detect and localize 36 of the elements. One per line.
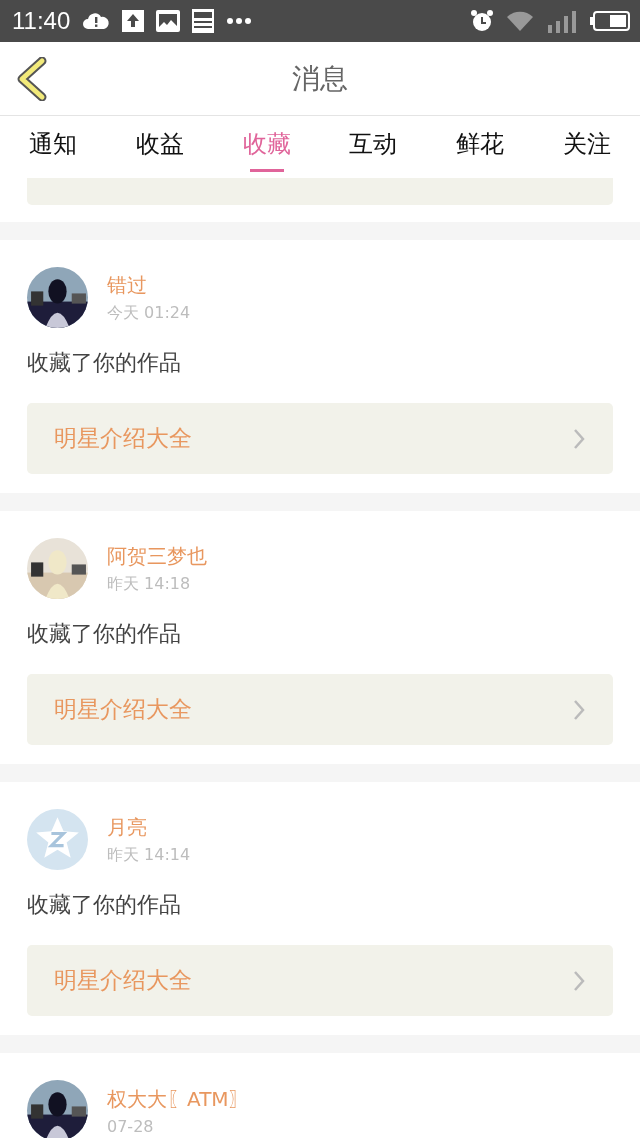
- cloud-alert-icon: [82, 11, 111, 31]
- image-icon: [156, 10, 181, 32]
- tab[interactable]: 通知: [0, 116, 107, 178]
- tab[interactable]: 收益: [106, 116, 214, 178]
- news-icon: [192, 9, 215, 33]
- message-time: 07-28: [107, 1116, 155, 1136]
- tab[interactable]: 鲜花: [426, 116, 534, 178]
- back-icon[interactable]: [16, 57, 48, 101]
- work-link[interactable]: 明星介绍大全: [27, 674, 613, 745]
- battery-icon: [590, 11, 630, 31]
- upload-icon: [122, 10, 145, 32]
- message-time: 昨天 14:18: [107, 573, 192, 595]
- message-text: 收藏了你的作品: [27, 891, 182, 919]
- work-link[interactable]: 明星介绍大全: [27, 945, 613, 1016]
- chevron-right-icon: [573, 969, 585, 992]
- default-avatar-icon: [27, 809, 88, 870]
- user-name[interactable]: 权大大〖ATM〗: [107, 1085, 249, 1113]
- user-name[interactable]: 月亮: [107, 813, 191, 841]
- message-time: 昨天 14:14: [107, 844, 191, 866]
- user-name[interactable]: 错过: [107, 271, 191, 299]
- status-time: 11:40: [12, 7, 71, 35]
- chevron-right-icon: [573, 427, 585, 450]
- signal-icon: [546, 9, 578, 33]
- page-title: 消息: [292, 60, 348, 97]
- tab[interactable]: 互动: [320, 116, 427, 178]
- work-link[interactable]: 明星介绍大全: [27, 403, 613, 474]
- message-text: 收藏了你的作品: [27, 620, 182, 648]
- more-dots-icon: [226, 17, 253, 25]
- message-text: 收藏了你的作品: [27, 349, 182, 377]
- tab[interactable]: 关注: [533, 116, 640, 178]
- wifi-icon: [506, 10, 534, 32]
- message-time: 今天 01:24: [107, 302, 191, 324]
- tab[interactable]: 收藏: [213, 116, 320, 178]
- alarm-icon: [470, 9, 494, 33]
- chevron-right-icon: [573, 698, 585, 721]
- user-name[interactable]: 阿贺三梦也: [107, 542, 207, 570]
